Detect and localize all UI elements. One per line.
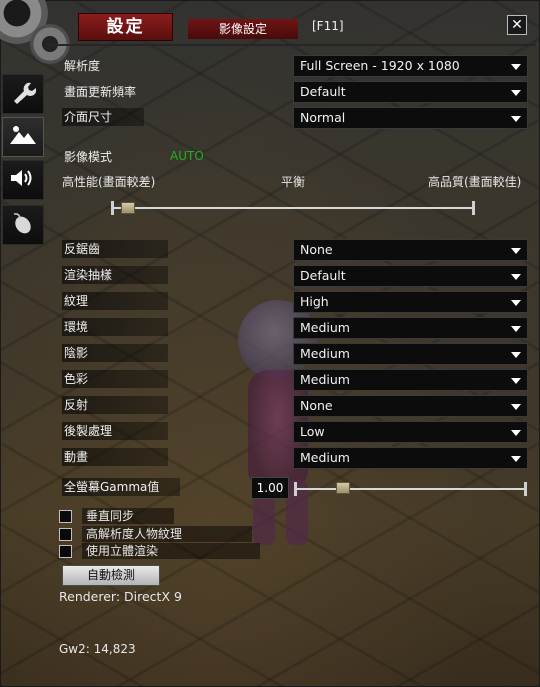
reflections-value: None: [300, 398, 333, 413]
chevron-down-icon: [511, 404, 521, 410]
animation-value: Medium: [300, 450, 350, 465]
graphics-mode-slider-track[interactable]: [113, 207, 473, 209]
chevron-down-icon: [511, 430, 521, 436]
environment-value: Medium: [300, 320, 350, 335]
textures-value: High: [300, 294, 329, 309]
lighting-value: Medium: [300, 372, 350, 387]
gamma-slider-end-right: [524, 482, 527, 496]
animation-select[interactable]: Medium: [293, 447, 528, 469]
interface-size-value: Normal: [300, 110, 346, 125]
hires-textures-row[interactable]: 高解析度人物紋理: [59, 526, 252, 542]
sidebar-item-sound[interactable]: [2, 160, 44, 200]
chevron-down-icon: [511, 274, 521, 280]
balanced-label: 平衡: [281, 175, 306, 189]
antialiasing-value: None: [300, 242, 333, 257]
sidebar-item-controls[interactable]: [2, 205, 44, 245]
resolution-value: Full Screen - 1920 x 1080: [300, 58, 460, 73]
vsync-checkbox[interactable]: [59, 509, 72, 523]
refresh-rate-select[interactable]: Default: [293, 81, 528, 103]
lighting-label: 色彩: [62, 370, 168, 388]
environment-select[interactable]: Medium: [293, 317, 528, 339]
hires-textures-checkbox[interactable]: [59, 527, 72, 541]
graphics-mode-label: 影像模式: [64, 150, 113, 164]
animation-label: 動畫: [62, 448, 168, 466]
chevron-down-icon: [511, 248, 521, 254]
mouse-icon: [11, 211, 35, 239]
vsync-label: 垂直同步: [82, 508, 174, 524]
chevron-down-icon: [511, 326, 521, 332]
resolution-select[interactable]: Full Screen - 1920 x 1080: [293, 55, 528, 77]
sidebar-item-graphics[interactable]: [2, 117, 44, 157]
shadows-value: Medium: [300, 346, 350, 361]
shadows-label: 陰影: [62, 344, 168, 362]
textures-select[interactable]: High: [293, 291, 528, 313]
stereoscopic-label: 使用立體渲染: [82, 543, 260, 559]
gamma-label: 全螢幕Gamma值: [62, 478, 180, 496]
sampling-label: 渲染抽樣: [62, 266, 168, 284]
sidebar-item-general[interactable]: [2, 74, 44, 114]
graphics-mode-slider-thumb[interactable]: [121, 202, 135, 214]
wrench-icon: [10, 79, 37, 109]
chevron-down-icon: [511, 90, 521, 96]
slider-end-right: [472, 201, 475, 215]
gamma-slider-thumb[interactable]: [336, 482, 350, 494]
hires-textures-label: 高解析度人物紋理: [82, 526, 252, 542]
speaker-icon: [9, 167, 37, 193]
chevron-down-icon: [511, 378, 521, 384]
chevron-down-icon: [511, 456, 521, 462]
refresh-rate-label: 畫面更新頻率: [64, 85, 137, 99]
postprocessing-value: Low: [300, 424, 325, 439]
textures-label: 紋理: [62, 292, 168, 310]
interface-size-label: 介面尺寸: [62, 108, 144, 126]
chevron-down-icon: [511, 64, 521, 70]
renderer-info: Renderer: DirectX 9: [59, 589, 182, 604]
reflections-select[interactable]: None: [293, 395, 528, 417]
stereoscopic-row[interactable]: 使用立體渲染: [59, 543, 260, 559]
reflections-label: 反射: [62, 396, 168, 414]
mountain-image-icon: [9, 124, 37, 150]
sampling-value: Default: [300, 268, 346, 283]
antialiasing-select[interactable]: None: [293, 239, 528, 261]
environment-label: 環境: [62, 318, 168, 336]
build-number: Gw2: 14,823: [59, 642, 136, 656]
chevron-down-icon: [511, 300, 521, 306]
auto-detect-button[interactable]: 自動檢測: [62, 565, 160, 586]
close-button[interactable]: ✕: [507, 15, 527, 35]
tab-graphics-settings[interactable]: 影像設定: [188, 19, 298, 39]
hotkey-label: [F11]: [312, 19, 344, 33]
vsync-row[interactable]: 垂直同步: [59, 508, 174, 524]
antialiasing-label: 反鋸齒: [62, 240, 168, 258]
postprocessing-select[interactable]: Low: [293, 421, 528, 443]
postprocessing-label: 後製處理: [62, 422, 168, 440]
stereoscopic-checkbox[interactable]: [59, 544, 72, 558]
lighting-select[interactable]: Medium: [293, 369, 528, 391]
best-quality-label: 高品質(畫面較佳): [428, 175, 522, 189]
chevron-down-icon: [511, 352, 521, 358]
resolution-label: 解析度: [64, 59, 101, 73]
best-performance-label: 高性能(畫面較差): [62, 175, 156, 189]
gamma-slider-track[interactable]: [296, 488, 526, 490]
refresh-rate-value: Default: [300, 84, 346, 99]
tab-settings[interactable]: 設定: [78, 13, 173, 41]
gamma-value-field[interactable]: 1.00: [251, 477, 289, 499]
chevron-down-icon: [511, 116, 521, 122]
header-divider: [46, 44, 536, 46]
auto-tag: AUTO: [170, 149, 204, 163]
shadows-select[interactable]: Medium: [293, 343, 528, 365]
interface-size-select[interactable]: Normal: [293, 107, 528, 129]
sampling-select[interactable]: Default: [293, 265, 528, 287]
